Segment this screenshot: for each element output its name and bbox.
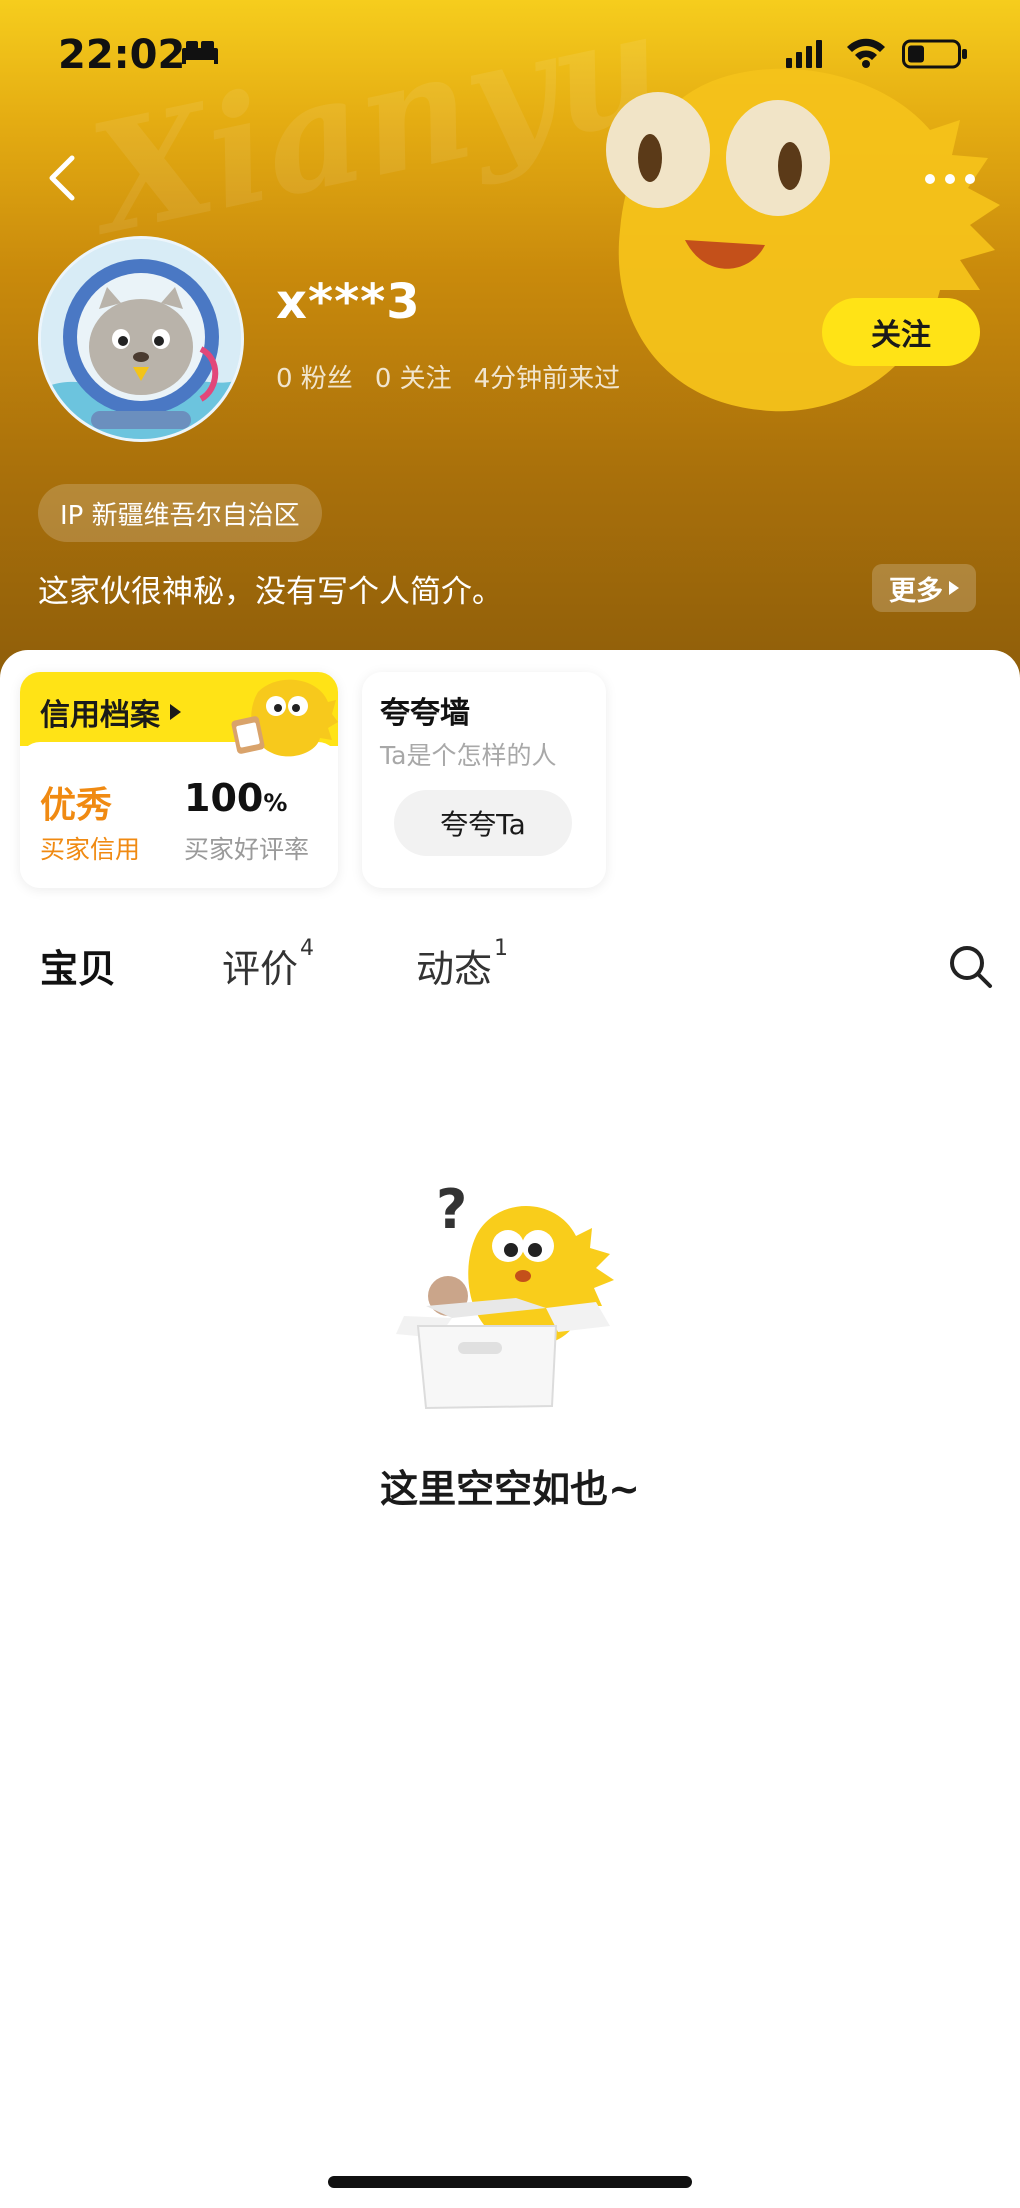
- positive-rate-unit: %: [263, 789, 288, 817]
- bio-more-button[interactable]: 更多: [872, 564, 976, 612]
- mascot-clipboard-icon: [231, 679, 338, 757]
- status-bar: 22:02: [0, 0, 1020, 110]
- tab-active-indicator: [80, 990, 162, 1002]
- profile-stats: 0 粉丝 0 关注 4分钟前来过: [276, 358, 620, 395]
- credit-profile-card[interactable]: 信用档案 优秀 买家信用 100% 买家好评率: [20, 672, 338, 888]
- avatar[interactable]: [38, 236, 244, 442]
- profile-bio: 这家伙很神秘，没有写个人简介。: [38, 574, 503, 610]
- search-icon[interactable]: [946, 942, 994, 990]
- following-count[interactable]: 0 关注: [375, 358, 452, 395]
- wifi-icon: [847, 38, 885, 68]
- ip-location-badge: IP 新疆维吾尔自治区: [38, 484, 322, 542]
- praise-button[interactable]: 夸夸Ta: [394, 790, 572, 856]
- tab-items[interactable]: 宝贝: [40, 938, 162, 1002]
- empty-state-text: 这里空空如也~: [380, 1467, 640, 1511]
- positive-rate-value: 100: [184, 776, 264, 820]
- praise-wall-card[interactable]: 夸夸墙 Ta是个怎样的人 夸夸Ta: [362, 672, 606, 888]
- tab-reviews-count: 4: [300, 936, 315, 961]
- credit-title-label: 信用档案: [40, 698, 160, 733]
- credit-level: 优秀: [40, 785, 113, 826]
- tab-reviews-label: 评价: [222, 947, 299, 991]
- username: x***3: [276, 274, 421, 330]
- profile-tabs: 宝贝 评价4 动态1: [0, 930, 1020, 1010]
- credit-card-title[interactable]: 信用档案: [40, 690, 181, 734]
- cellular-signal-icon: [786, 40, 822, 68]
- status-time: 22:02: [58, 32, 186, 78]
- tab-reviews[interactable]: 评价4: [222, 936, 315, 993]
- sleep-mode-icon: [182, 41, 218, 64]
- tab-activity-count: 1: [494, 936, 509, 961]
- positive-rate: 100%: [184, 776, 287, 820]
- bio-more-label: 更多: [889, 575, 943, 607]
- seal-astronaut-avatar-icon: [41, 239, 241, 439]
- battery-icon: [902, 39, 967, 69]
- positive-rate-label: 买家好评率: [184, 835, 310, 864]
- praise-wall-title: 夸夸墙: [380, 696, 470, 731]
- credit-level-label: 买家信用: [40, 835, 141, 864]
- home-indicator[interactable]: [328, 2176, 692, 2188]
- follow-button[interactable]: 关注: [822, 298, 980, 366]
- back-chevron-icon[interactable]: [40, 150, 90, 206]
- empty-box-mascot-icon: ?: [396, 1178, 614, 1410]
- tab-activity[interactable]: 动态1: [416, 936, 509, 993]
- more-options-icon[interactable]: [920, 164, 980, 194]
- tab-activity-label: 动态: [416, 947, 493, 991]
- svg-text:?: ?: [436, 1178, 467, 1241]
- caret-right-icon: [949, 581, 959, 595]
- last-seen: 4分钟前来过: [473, 364, 621, 394]
- caret-right-icon: [170, 704, 181, 720]
- praise-wall-subtitle: Ta是个怎样的人: [380, 741, 557, 770]
- tab-items-label: 宝贝: [40, 947, 117, 991]
- fans-count[interactable]: 0 粉丝: [276, 358, 353, 395]
